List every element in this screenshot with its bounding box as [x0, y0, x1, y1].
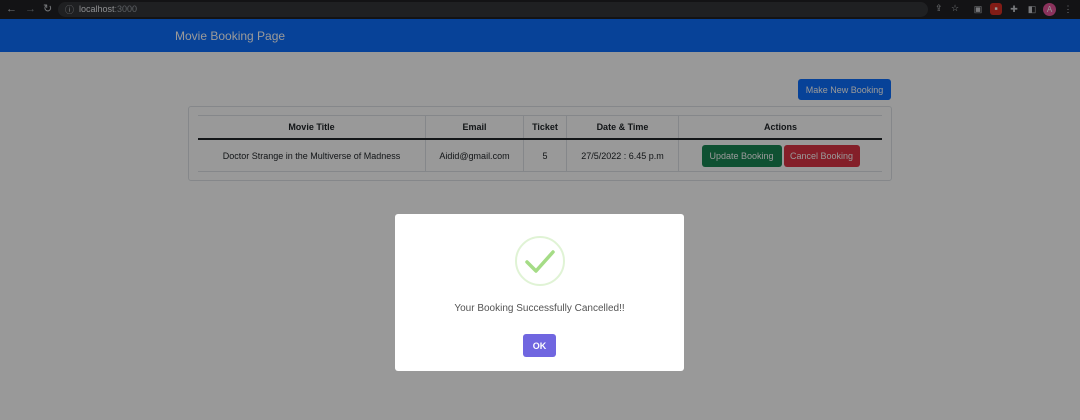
dialog-message: Your Booking Successfully Cancelled!!	[454, 303, 625, 314]
success-check-icon	[515, 236, 565, 286]
ok-button[interactable]: OK	[523, 334, 556, 357]
success-dialog: Your Booking Successfully Cancelled!! OK	[395, 214, 684, 371]
